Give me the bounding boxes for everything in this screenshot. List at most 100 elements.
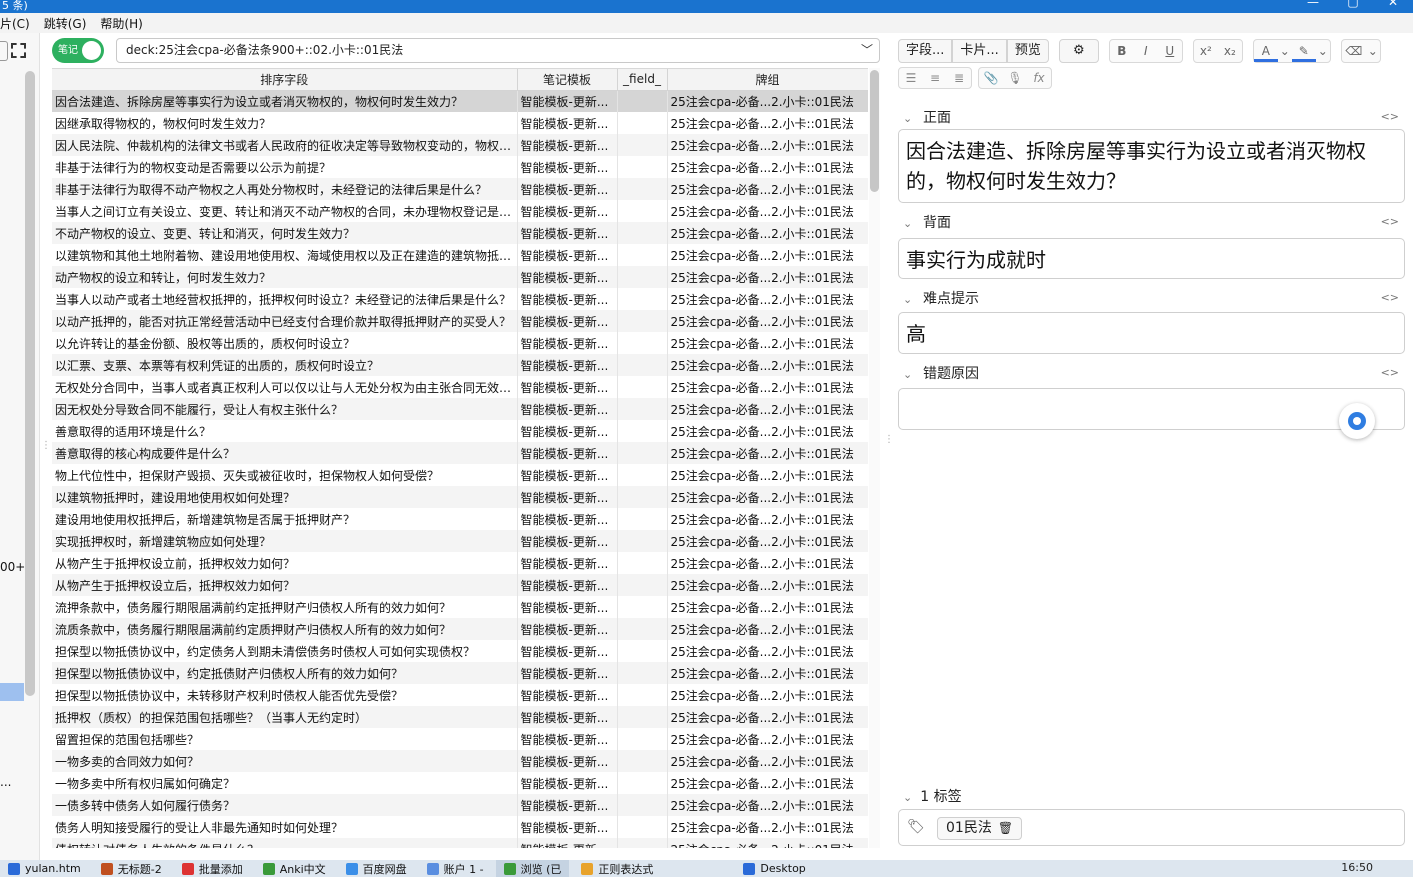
table-row[interactable]: 担保型以物抵债协议中，未转移财产权利时债权人能否优先受偿？ 智能模板-更新... 2… [52, 684, 868, 706]
fields-button[interactable]: 字段... [898, 39, 953, 63]
table-row[interactable]: 物上代位性中，担保财产毁损、灭失或被征收时，担保物权人如何受偿？ 智能模板-更新.… [52, 464, 868, 486]
table-row[interactable]: 一物多卖中所有权归属如何确定？ 智能模板-更新... 25注会cpa-必备...2.… [52, 772, 868, 794]
table-row[interactable]: 一债多转中债务人如何履行债务？ 智能模板-更新... 25注会cpa-必备...2.… [52, 794, 868, 816]
minimize-button[interactable]: — [1293, 0, 1333, 8]
taskbar-item[interactable]: Desktop [735, 860, 813, 877]
taskbar-item[interactable]: Anki中文 [255, 860, 334, 877]
highlight-dropdown-icon[interactable]: ⌄ [1316, 40, 1330, 62]
chevron-down-icon[interactable]: ⌄ [903, 791, 912, 804]
preview-button[interactable]: 预览 [1006, 39, 1049, 63]
ordered-list-icon[interactable]: ≡ [923, 68, 947, 88]
field-back-editor[interactable]: 事实行为成就时 [898, 238, 1405, 279]
subscript-button[interactable]: x₂ [1218, 40, 1242, 62]
sidebar-scrollbar[interactable] [25, 71, 35, 696]
table-row[interactable]: 留置担保的范围包括哪些？ 智能模板-更新... 25注会cpa-必备...2.小卡:… [52, 728, 868, 750]
system-clock[interactable]: 16:50 [1341, 861, 1373, 874]
editor-splitter-handle[interactable]: ⋮ [884, 434, 894, 445]
table-scrollbar-thumb[interactable] [870, 70, 879, 192]
table-row[interactable]: 实现抵押权时，新增建筑物应如何处理？ 智能模板-更新... 25注会cpa-必备..… [52, 530, 868, 552]
table-row[interactable]: 流质条款中，债务履行期限届满前约定质押财产归债权人所有的效力如何？ 智能模板-更新… [52, 618, 868, 640]
trash-icon[interactable]: 🗑 [998, 821, 1013, 835]
highlight-button[interactable]: ✎ [1291, 40, 1316, 62]
taskbar-item[interactable]: 百度网盘 [338, 860, 415, 877]
table-row[interactable]: 以建筑物抵押时，建设用地使用权如何处理？ 智能模板-更新... 25注会cpa-必备… [52, 486, 868, 508]
search-input[interactable]: deck:25注会cpa-必备法条900+::02.小卡::01民法 ﹀ [116, 38, 880, 63]
microphone-icon[interactable]: 🎙 [1003, 68, 1027, 88]
column-header-deck[interactable]: 牌组 [667, 69, 868, 91]
cards-button[interactable]: 卡片... [952, 39, 1007, 63]
underline-button[interactable]: U [1158, 40, 1182, 62]
table-scrollbar[interactable] [869, 68, 880, 848]
sidebar-toggle-icon[interactable] [0, 41, 8, 61]
column-header-field[interactable]: _field_ [617, 69, 668, 91]
table-row[interactable]: 善意取得的适用环境是什么？ 智能模板-更新... 25注会cpa-必备...2.小卡… [52, 420, 868, 442]
field-label-front[interactable]: ⌄ 正面 [903, 107, 951, 127]
menu-item-help[interactable]: 帮助(H) [100, 15, 148, 32]
tag-chip[interactable]: 01民法 🗑 [937, 817, 1023, 840]
table-row[interactable]: 非基于法律行为的物权变动是否需要以公示为前提？ 智能模板-更新... 25注会cpa… [52, 156, 868, 178]
table-row[interactable]: 债权转让对债务人生效的条件是什么？智能模板-更新... 25注会cpa-必备...… [52, 838, 868, 848]
chevron-down-icon[interactable]: ⌄ [903, 293, 923, 306]
table-row[interactable]: 担保型以物抵债协议中，约定债务人到期未清偿债务时债权人可如何实现债权？ 智能模板-… [52, 640, 868, 662]
chevron-down-icon[interactable]: ﹀ [861, 39, 873, 62]
html-toggle-icon[interactable]: <> [1381, 366, 1399, 379]
table-row[interactable]: 无权处分合同中，当事人或者真正权利人可以仅以让与人无处分权为由主张合同无效吗？智… [52, 376, 868, 398]
table-row[interactable]: 因人民法院、仲裁机构的法律文书或者人民政府的征收决定等导致物权变动的，物权何时发… [52, 134, 868, 156]
selection-tool-icon[interactable] [11, 43, 26, 58]
column-header-notetype[interactable]: 笔记模板 [517, 69, 618, 91]
menu-item-cards[interactable]: 片(C) [0, 15, 36, 32]
table-row[interactable]: 建设用地使用权抵押后，新增建筑物是否属于抵押财产？ 智能模板-更新... 25注会c… [52, 508, 868, 530]
field-front-editor[interactable]: 因合法建造、拆除房屋等事实行为设立或者消灭物权的，物权何时发生效力？ [898, 129, 1405, 203]
text-color-dropdown-icon[interactable]: ⌄ [1278, 40, 1292, 62]
table-row[interactable]: 当事人以动产或者土地经营权抵押的，抵押权何时设立？未经登记的法律后果是什么？ 智能… [52, 288, 868, 310]
table-row[interactable]: 担保型以物抵债协议中，约定抵债财产归债权人所有的效力如何？ 智能模板-更新... 2… [52, 662, 868, 684]
taskbar-item[interactable]: 账户 1 - [419, 860, 492, 877]
field-label-hint[interactable]: ⌄ 难点提示 [903, 288, 979, 308]
chevron-down-icon[interactable]: ⌄ [903, 112, 923, 125]
unordered-list-icon[interactable]: ☰ [899, 68, 923, 88]
html-toggle-icon[interactable]: <> [1381, 110, 1399, 123]
taskbar-item[interactable]: yulan.htm [0, 860, 89, 877]
table-row[interactable]: 以汇票、支票、本票等有权利凭证的出质的，质权何时设立？ 智能模板-更新... 25注… [52, 354, 868, 376]
close-button[interactable]: ✕ [1373, 0, 1413, 8]
table-row[interactable]: 以建筑物和其他土地附着物、建设用地使用权、海域使用权以及正在建造的建筑物抵押的智… [52, 244, 868, 266]
field-label-back[interactable]: ⌄ 背面 [903, 212, 951, 232]
field-label-error-reason[interactable]: ⌄ 错题原因 [903, 363, 979, 383]
chevron-down-icon[interactable]: ⌄ [903, 217, 923, 230]
chevron-down-icon[interactable]: ⌄ [903, 368, 923, 381]
table-row[interactable]: 从物产生于抵押权设立前，抵押权效力如何？ 智能模板-更新... 25注会cpa-必备… [52, 552, 868, 574]
field-hint-editor[interactable]: 高 [898, 312, 1405, 354]
table-row[interactable]: 债务人明知接受履行的受让人非最先通知时如何处理？ 智能模板-更新... 25注会cp… [52, 816, 868, 838]
table-row[interactable]: 以允许转让的基金份额、股权等出质的，质权何时设立？ 智能模板-更新... 25注会c… [52, 332, 868, 354]
tags-header[interactable]: ⌄ 1 标签 [903, 786, 962, 806]
superscript-button[interactable]: x² [1194, 40, 1218, 62]
taskbar-item[interactable]: 正则表达式 [573, 860, 661, 877]
taskbar-item[interactable]: 批量添加 [174, 860, 251, 877]
gear-icon[interactable]: ⚙ [1058, 39, 1099, 63]
table-row[interactable]: 因无权处分导致合同不能履行，受让人有权主张什么？ 智能模板-更新... 25注会cp… [52, 398, 868, 420]
table-row[interactable]: 流押条款中，债务履行期限届满前约定抵押财产归债权人所有的效力如何？ 智能模板-更新… [52, 596, 868, 618]
formula-icon[interactable]: fx [1027, 68, 1051, 88]
floating-assistant-button[interactable] [1339, 403, 1375, 439]
italic-button[interactable]: I [1134, 40, 1158, 62]
bold-button[interactable]: B [1110, 40, 1134, 62]
sidebar-selected-item[interactable] [0, 683, 24, 701]
align-icon[interactable]: ≣ [947, 68, 971, 88]
attach-icon[interactable]: 📎 [979, 68, 1003, 88]
taskbar-item[interactable]: 无标题-2 [93, 860, 170, 877]
text-color-button[interactable]: A [1253, 40, 1278, 62]
html-toggle-icon[interactable]: <> [1381, 215, 1399, 228]
maximize-button[interactable]: ▢ [1333, 0, 1373, 8]
table-row[interactable]: 一物多卖的合同效力如何？ 智能模板-更新... 25注会cpa-必备...2.小卡:… [52, 750, 868, 772]
field-error-reason-editor[interactable] [898, 388, 1405, 430]
table-row[interactable]: 善意取得的核心构成要件是什么？ 智能模板-更新... 25注会cpa-必备...2.… [52, 442, 868, 464]
table-row[interactable]: 从物产生于抵押权设立后，抵押权效力如何？ 智能模板-更新... 25注会cpa-必备… [52, 574, 868, 596]
sidebar-splitter-handle[interactable]: ⋮ [41, 440, 51, 451]
table-row[interactable]: 当事人之间订立有关设立、变更、转让和消灭不动产物权的合同，未办理物权登记是否影响… [52, 200, 868, 222]
column-header-sort-field[interactable]: 排序字段 [52, 69, 518, 91]
table-row[interactable]: 因合法建造、拆除房屋等事实行为设立或者消灭物权的，物权何时发生效力？ 智能模板-更… [52, 90, 868, 112]
table-row[interactable]: 动产物权的设立和转让，何时发生效力？ 智能模板-更新... 25注会cpa-必备..… [52, 266, 868, 288]
taskbar-item-active[interactable]: 浏览 (已 [495, 860, 570, 877]
table-row[interactable]: 因继承取得物权的，物权何时发生效力？ 智能模板-更新... 25注会cpa-必备..… [52, 112, 868, 134]
table-row[interactable]: 抵押权（质权）的担保范围包括哪些？（当事人无约定时） 智能模板-更新... 25注会… [52, 706, 868, 728]
